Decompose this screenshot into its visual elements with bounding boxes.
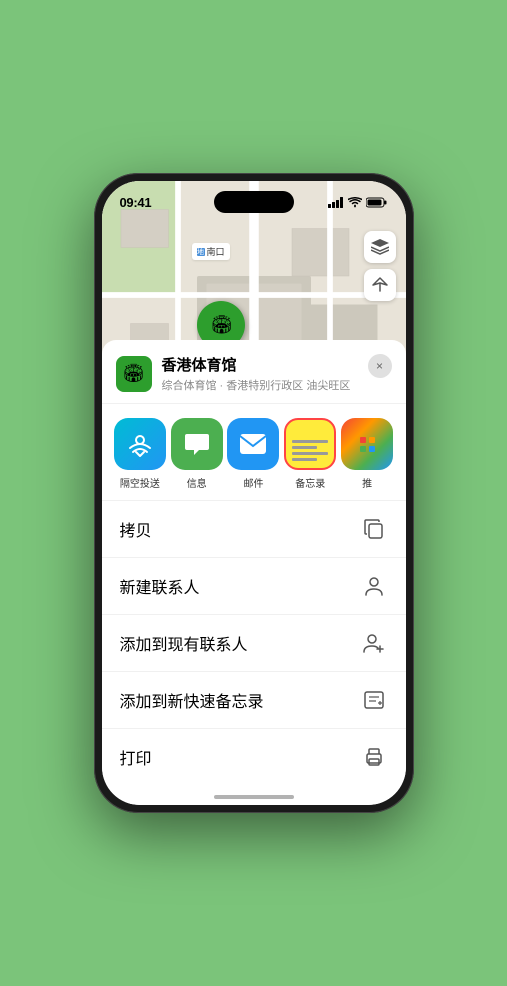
share-item-mail[interactable]: 邮件 [225,418,282,490]
notes-icon [284,418,336,470]
close-button[interactable]: × [368,354,392,378]
pin-inner: 🏟 [210,315,233,336]
airdrop-label: 隔空投送 [120,475,160,490]
share-item-airdrop[interactable]: 隔空投送 [112,418,169,490]
notes-label: 备忘录 [295,475,325,490]
messages-label: 信息 [187,475,207,490]
more-dot-row-1 [360,437,375,443]
action-add-contact[interactable]: 添加到现有联系人 [102,615,406,672]
copy-label: 拷贝 [120,517,152,541]
location-button[interactable] [364,269,396,301]
notes-top-line [292,429,328,437]
venue-description: 综合体育馆 · 香港特别行政区 油尖旺区 [162,377,392,393]
quick-note-label: 添加到新快速备忘录 [120,688,264,712]
mail-label: 邮件 [243,475,263,490]
messages-icon [171,418,223,470]
map-type-button[interactable] [364,231,396,263]
share-item-more[interactable]: 推 [339,418,396,490]
action-copy[interactable]: 拷贝 [102,501,406,558]
bottom-sheet: 🏟 香港体育馆 综合体育馆 · 香港特别行政区 油尖旺区 × [102,340,406,805]
action-quick-note[interactable]: 添加到新快速备忘录 [102,672,406,729]
status-time: 09:41 [120,195,152,210]
map-layers-icon [371,239,389,255]
more-dot-2 [369,437,375,443]
mail-svg [238,432,268,456]
location-header: 🏟 香港体育馆 综合体育馆 · 香港特别行政区 油尖旺区 × [102,340,406,404]
battery-icon [366,197,388,208]
wifi-icon [348,197,362,208]
map-label-dot: 地 [197,248,205,256]
notes-line-4 [292,458,317,461]
notes-line-3 [292,452,328,455]
home-indicator [214,795,294,799]
more-dots [360,437,375,452]
more-label: 推 [362,475,372,490]
action-print[interactable]: 打印 [102,729,406,785]
venue-name: 香港体育馆 [162,354,392,375]
airdrop-svg [126,430,154,458]
more-dot-1 [360,437,366,443]
notes-lines [286,423,334,465]
location-arrow-icon [372,277,388,293]
share-row: 隔空投送 信息 [102,404,406,501]
share-item-messages[interactable]: 信息 [168,418,225,490]
person-icon [360,572,388,600]
phone-frame: 09:41 [94,173,414,813]
print-label: 打印 [120,745,152,769]
print-icon [360,743,388,771]
venue-icon: 🏟 [116,356,152,392]
action-new-contact[interactable]: 新建联系人 [102,558,406,615]
person-add-icon [360,629,388,657]
map-label-text: 南口 [207,245,225,258]
airdrop-icon [114,418,166,470]
dynamic-island [214,191,294,213]
map-label: 地 南口 [192,243,230,260]
signal-icon [328,197,344,208]
new-contact-label: 新建联系人 [120,574,200,598]
action-list: 拷贝 新建联系人 [102,501,406,785]
quick-note-icon [360,686,388,714]
status-icons [328,197,388,208]
phone-screen: 09:41 [102,181,406,805]
notes-line-1 [292,440,328,443]
more-dot-3 [360,446,366,452]
messages-svg [182,429,212,459]
copy-icon [360,515,388,543]
more-dot-4 [369,446,375,452]
add-contact-label: 添加到现有联系人 [120,631,248,655]
share-item-notes[interactable]: 备忘录 [282,418,339,490]
more-icon [341,418,393,470]
notes-line-2 [292,446,317,449]
mail-icon [227,418,279,470]
more-dot-row-2 [360,446,375,452]
venue-info: 香港体育馆 综合体育馆 · 香港特别行政区 油尖旺区 [162,354,392,393]
